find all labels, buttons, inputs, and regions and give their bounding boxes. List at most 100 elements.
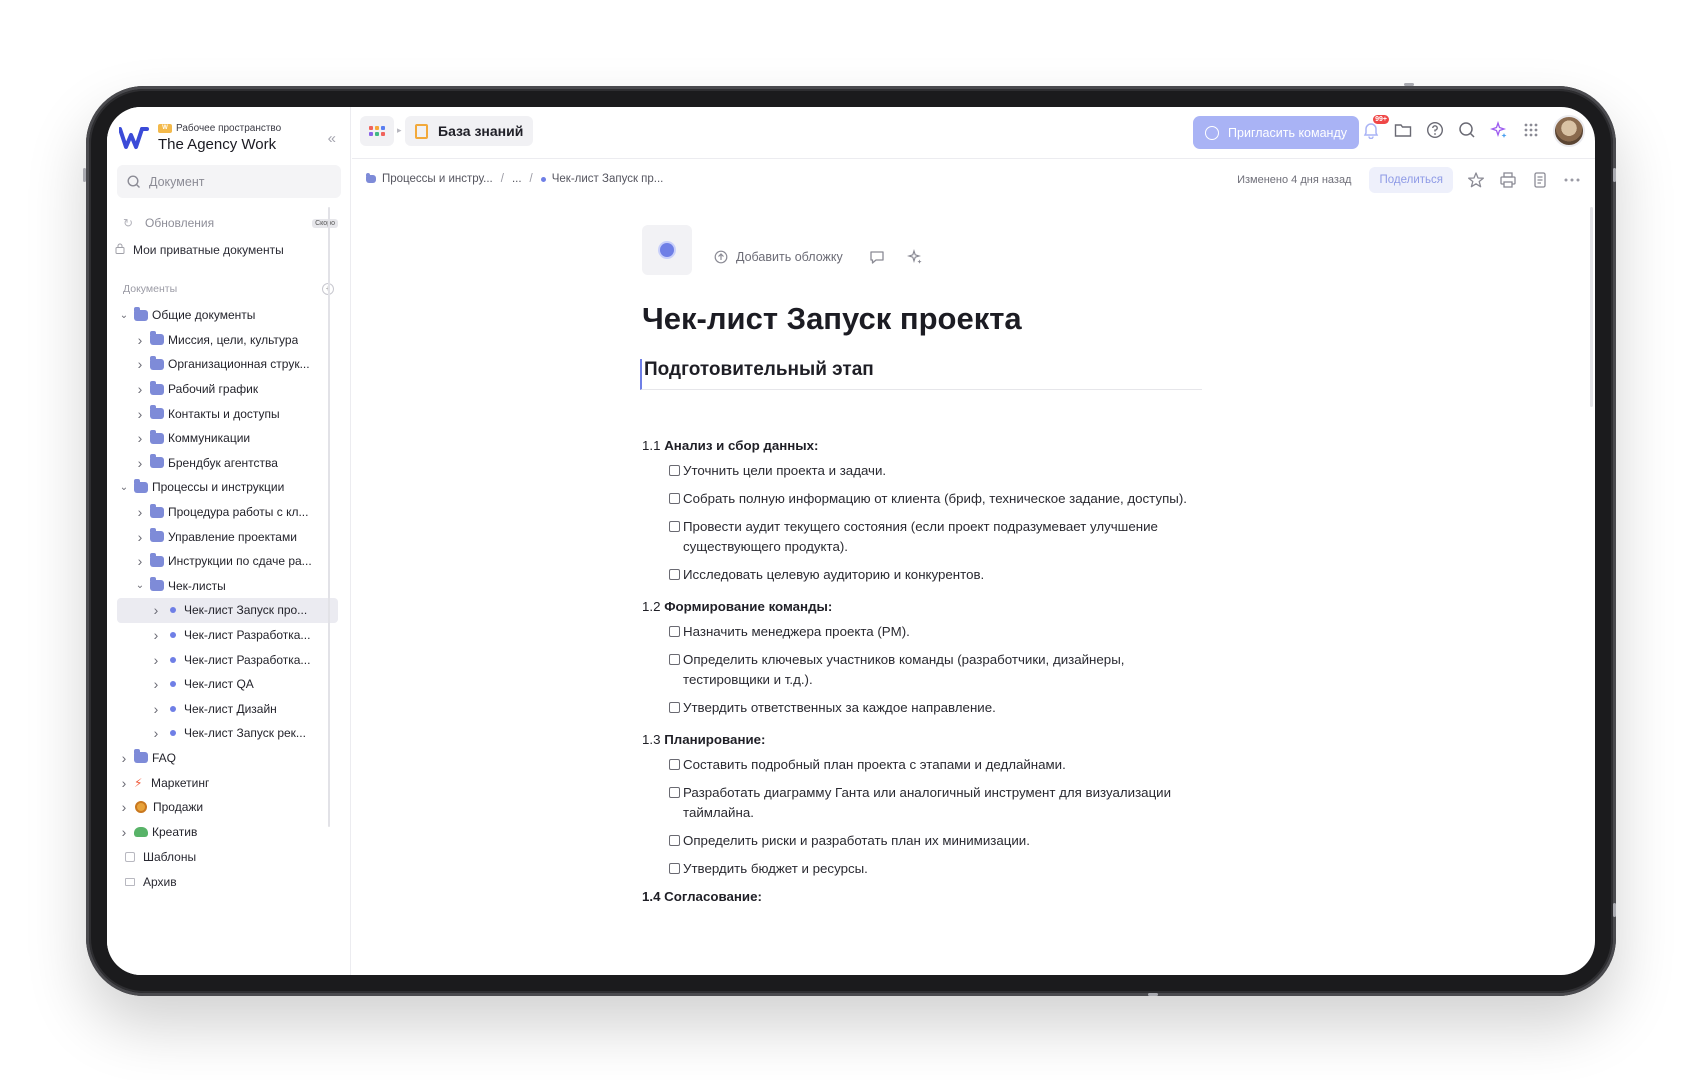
checkbox[interactable] <box>669 787 680 798</box>
ai-button[interactable] <box>1489 120 1509 140</box>
tree-item[interactable]: › Рабочий график <box>117 377 338 402</box>
tree-item[interactable]: › Чек-лист Запуск про... <box>117 598 338 623</box>
more-button[interactable] <box>1563 171 1581 189</box>
sidebar-scrollbar[interactable] <box>328 207 330 827</box>
checkbox[interactable] <box>669 759 680 770</box>
checklist-item-text[interactable]: Собрать полную информацию от клиента (бр… <box>683 489 1187 509</box>
checkbox[interactable] <box>669 835 680 846</box>
chevron-right-icon[interactable]: › <box>117 750 131 766</box>
subsection-heading[interactable]: 1.3 Планирование: <box>642 732 1202 747</box>
chevron-right-icon[interactable]: › <box>117 799 131 815</box>
tree-item[interactable]: › Креатив <box>117 819 338 844</box>
chevron-right-icon[interactable]: › <box>149 701 163 717</box>
checkbox[interactable] <box>669 702 680 713</box>
tree-item[interactable]: ⌄ Процессы и инструкции <box>117 475 338 500</box>
tree-item[interactable]: › Чек-лист QA <box>117 672 338 697</box>
sidebar-item-private[interactable]: Мои приватные документы <box>115 238 338 262</box>
tree-item[interactable]: › Чек-лист Разработка... <box>117 647 338 672</box>
chevron-down-icon[interactable]: ⌄ <box>117 310 131 321</box>
tree-item[interactable]: › Организационная струк... <box>117 352 338 377</box>
print-button[interactable] <box>1499 171 1517 189</box>
checklist-item-text[interactable]: Провести аудит текущего состояния (если … <box>683 517 1202 557</box>
sidebar-search[interactable] <box>117 165 341 198</box>
checkbox[interactable] <box>669 654 680 665</box>
checkbox[interactable] <box>669 863 680 874</box>
tree-item[interactable]: ⌄ Общие документы <box>117 303 338 328</box>
checkbox[interactable] <box>669 465 680 476</box>
favorite-button[interactable] <box>1467 171 1485 189</box>
chevron-right-icon[interactable]: › <box>149 652 163 668</box>
folder-button[interactable] <box>1393 120 1413 140</box>
breadcrumb-parent[interactable]: Процессы и инстру... <box>366 173 493 185</box>
chevron-right-icon[interactable]: › <box>149 676 163 692</box>
chevron-down-icon[interactable]: ⌄ <box>117 482 131 493</box>
content-scrollbar[interactable] <box>1590 207 1593 407</box>
user-avatar[interactable] <box>1553 115 1585 147</box>
checkbox[interactable] <box>669 521 680 532</box>
subsection-heading[interactable]: 1.1 Анализ и сбор данных: <box>642 438 1202 453</box>
tree-item[interactable]: › Процедура работы с кл... <box>117 500 338 525</box>
tab-knowledge-base[interactable]: База знаний <box>405 116 534 146</box>
breadcrumb-current[interactable]: Чек-лист Запуск пр... <box>540 173 663 185</box>
checklist-item-text[interactable]: Разработать диаграмму Ганта или аналогич… <box>683 783 1202 823</box>
section-heading[interactable]: Подготовительный этап <box>640 359 1202 390</box>
checkbox[interactable] <box>669 493 680 504</box>
tree-item[interactable]: › ⚡ Маркетинг <box>117 770 338 795</box>
tree-item[interactable]: › Продажи <box>117 795 338 820</box>
chevron-right-icon[interactable]: › <box>133 356 147 372</box>
checklist-item-text[interactable]: Определить ключевых участников команды (… <box>683 650 1202 690</box>
subsection-heading[interactable]: 1.2 Формирование команды: <box>642 599 1202 614</box>
chevron-right-icon[interactable]: › <box>133 553 147 569</box>
breadcrumb-ellipsis[interactable]: ... <box>512 173 522 185</box>
chevron-down-icon[interactable]: ⌄ <box>133 580 147 591</box>
share-button[interactable]: Поделиться <box>1369 167 1453 193</box>
chevron-right-icon[interactable]: › <box>133 381 147 397</box>
comment-button[interactable] <box>869 249 885 265</box>
add-cover-button[interactable]: Добавить обложку <box>714 250 843 264</box>
page-title[interactable]: Чек-лист Запуск проекта <box>642 301 1202 337</box>
collapse-sidebar-icon[interactable]: « <box>328 130 336 147</box>
sidebar-item-updates[interactable]: ↻ Обновления Скоро <box>117 211 338 235</box>
tree-item[interactable]: › Управление проектами <box>117 524 338 549</box>
chevron-right-icon[interactable]: › <box>133 332 147 348</box>
chevron-right-icon[interactable]: › <box>149 725 163 741</box>
chevron-right-icon[interactable]: › <box>149 602 163 618</box>
chevron-right-icon[interactable]: › <box>133 430 147 446</box>
checklist-item-text[interactable]: Уточнить цели проекта и задачи. <box>683 461 886 481</box>
help-button[interactable] <box>1425 120 1445 140</box>
invite-team-button[interactable]: Пригласить команду <box>1193 116 1359 149</box>
sidebar-item-templates[interactable]: Шаблоны <box>117 845 338 869</box>
tree-item[interactable]: › Чек-лист Разработка... <box>117 623 338 648</box>
search-button[interactable] <box>1457 120 1477 140</box>
apps-button[interactable] <box>360 116 394 146</box>
chevron-right-icon[interactable]: › <box>117 824 131 840</box>
tree-item[interactable]: › Чек-лист Запуск рек... <box>117 721 338 746</box>
chevron-right-icon[interactable]: › <box>149 627 163 643</box>
chevron-right-icon[interactable]: › <box>117 775 131 791</box>
tree-item[interactable]: › Коммуникации <box>117 426 338 451</box>
checklist-item-text[interactable]: Утвердить ответственных за каждое направ… <box>683 698 996 718</box>
search-input[interactable] <box>149 174 319 189</box>
tree-item[interactable]: › Брендбук агентства <box>117 451 338 476</box>
chevron-right-icon[interactable]: › <box>133 406 147 422</box>
tree-item[interactable]: › Чек-лист Дизайн <box>117 697 338 722</box>
tree-item[interactable]: › FAQ <box>117 746 338 771</box>
tree-item[interactable]: › Миссия, цели, культура <box>117 328 338 353</box>
checklist-item-text[interactable]: Определить риски и разработать план их м… <box>683 831 1030 851</box>
workspace-switcher[interactable]: W Рабочее пространство The Agency Work « <box>119 117 338 159</box>
tree-item[interactable]: ⌄ Чек-листы <box>117 574 338 599</box>
apps-menu-button[interactable] <box>1521 120 1541 140</box>
sidebar-item-archive[interactable]: Архив <box>117 870 338 894</box>
checkbox[interactable] <box>669 626 680 637</box>
chevron-right-icon[interactable]: › <box>133 529 147 545</box>
checklist-item-text[interactable]: Составить подробный план проекта с этапа… <box>683 755 1066 775</box>
chevron-right-icon[interactable]: › <box>133 504 147 520</box>
ai-assist-button[interactable] <box>906 249 923 265</box>
checklist-item-text[interactable]: Назначить менеджера проекта (PM). <box>683 622 910 642</box>
chevron-right-icon[interactable]: › <box>133 455 147 471</box>
tree-item[interactable]: › Инструкции по сдаче ра... <box>117 549 338 574</box>
copy-button[interactable] <box>1531 171 1549 189</box>
checkbox[interactable] <box>669 569 680 580</box>
document-emoji-button[interactable] <box>642 225 692 275</box>
checklist-item-text[interactable]: Исследовать целевую аудиторию и конкурен… <box>683 565 984 585</box>
